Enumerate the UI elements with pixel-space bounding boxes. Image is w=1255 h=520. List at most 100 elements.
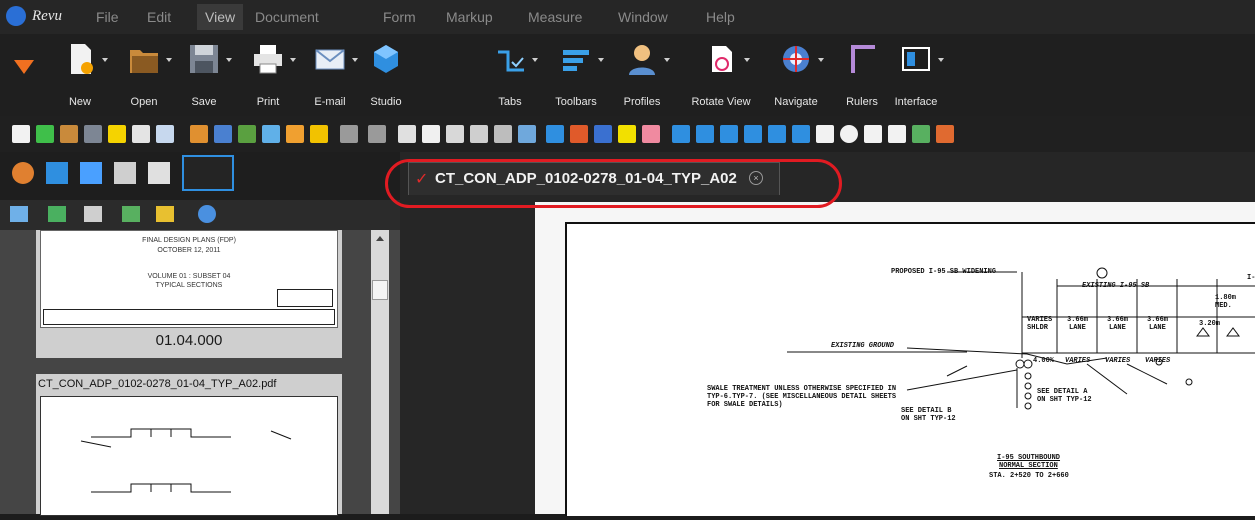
navigate-label: Navigate <box>774 96 818 108</box>
ellipse-small-icon[interactable] <box>840 125 858 143</box>
section-title-2: NORMAL SECTION <box>999 462 1058 470</box>
format-painter-small-icon[interactable] <box>470 125 488 143</box>
panel-tab-bar <box>0 152 400 200</box>
dimension-small-icon[interactable] <box>792 125 810 143</box>
navigate-button[interactable]: Navigate <box>764 40 828 112</box>
menu-form[interactable]: Form <box>383 9 416 25</box>
email-small-icon[interactable] <box>156 125 174 143</box>
folder-small-icon[interactable] <box>60 125 78 143</box>
pen-small-icon[interactable] <box>594 125 612 143</box>
open-button[interactable]: Open <box>112 40 176 112</box>
rotate-view-icon <box>712 46 732 72</box>
pages-tab-icon[interactable] <box>182 155 234 191</box>
thumbnail-card-1[interactable]: FINAL DESIGN PLANS (FDP) OCTOBER 12, 201… <box>36 230 342 358</box>
pdf-page[interactable]: PROPOSED I-95 SB WIDENING EXISTING I-95 … <box>535 202 1255 516</box>
save-button[interactable]: Save <box>172 40 236 112</box>
menu-document[interactable]: Document <box>255 9 319 25</box>
glasses-small-icon[interactable] <box>238 125 256 143</box>
properties-icon[interactable] <box>148 162 170 184</box>
cut-small-icon[interactable] <box>398 125 416 143</box>
paste-small-icon[interactable] <box>446 125 464 143</box>
batch-small-icon[interactable] <box>310 125 328 143</box>
print-pages-icon[interactable] <box>84 206 102 222</box>
thumbnail-page-1[interactable]: FINAL DESIGN PLANS (FDP) OCTOBER 12, 201… <box>40 230 338 328</box>
thumbnail-page-2[interactable] <box>40 396 338 516</box>
image-small-icon[interactable] <box>912 125 930 143</box>
export-pages-icon[interactable] <box>122 206 140 222</box>
note-small-icon[interactable] <box>108 125 126 143</box>
app-menu-arrow-icon[interactable] <box>14 60 34 74</box>
swale-note-line-1: SWALE TREATMENT UNLESS OTHERWISE SPECIFI… <box>707 385 897 393</box>
arc-small-icon[interactable] <box>720 125 738 143</box>
app-logo-text: Revu <box>32 8 62 24</box>
profiles-icon <box>629 45 655 75</box>
rotate-view-button[interactable]: Rotate View <box>684 40 758 112</box>
profiles-button[interactable]: Profiles <box>610 40 674 112</box>
copy-small-icon[interactable] <box>422 125 440 143</box>
redo-small-icon[interactable] <box>368 125 386 143</box>
arrow-small-icon[interactable] <box>696 125 714 143</box>
tool-chest-icon[interactable] <box>12 162 34 184</box>
thumbnails-grid-icon[interactable] <box>80 162 102 184</box>
interface-button[interactable]: Interface <box>884 40 948 112</box>
new-button[interactable]: New <box>48 40 112 112</box>
tabs-button[interactable]: Tabs <box>478 40 542 112</box>
markup-pen-icon[interactable] <box>46 162 68 184</box>
ocr-small-icon[interactable] <box>286 125 304 143</box>
rectangle-small-icon[interactable] <box>816 125 834 143</box>
email-button[interactable]: E-mail <box>298 40 362 112</box>
snapshot-small-icon[interactable] <box>936 125 954 143</box>
print-small-icon[interactable] <box>132 125 150 143</box>
menu-edit[interactable]: Edit <box>147 9 171 25</box>
cloud-small-icon[interactable] <box>888 125 906 143</box>
label-proposed-widening: PROPOSED I-95 SB WIDENING <box>891 268 997 276</box>
thumbnail-card-2[interactable]: CT_CON_ADP_0102-0278_01-04_TYP_A02.pdf <box>36 374 342 516</box>
new-label: New <box>68 96 91 108</box>
scroll-thumb[interactable] <box>372 280 388 300</box>
text-small-icon[interactable] <box>546 125 564 143</box>
spellcheck-small-icon[interactable] <box>262 125 280 143</box>
save-label: Save <box>191 96 217 108</box>
ribbon: New Open Save Print E-mail Studio Tabs T… <box>0 34 1255 116</box>
label-lane-2: LANE <box>1109 324 1126 332</box>
label-width-180: 1.80m <box>1215 294 1237 302</box>
menu-file[interactable]: File <box>96 9 119 25</box>
save-small-icon[interactable] <box>84 125 102 143</box>
line-small-icon[interactable] <box>672 125 690 143</box>
insert-page-icon[interactable] <box>48 206 66 222</box>
callout-small-icon[interactable] <box>768 125 786 143</box>
page-label-icon[interactable] <box>156 206 174 222</box>
tab-small-icon[interactable] <box>36 125 54 143</box>
menu-markup[interactable]: Markup <box>446 9 493 25</box>
eraser-small-icon[interactable] <box>642 125 660 143</box>
delete-small-icon[interactable] <box>494 125 512 143</box>
menu-window[interactable]: Window <box>618 9 668 25</box>
scroll-up-icon[interactable] <box>376 236 384 241</box>
print-icon <box>254 45 282 74</box>
print-button[interactable]: Print <box>236 40 300 112</box>
toolbars-button[interactable]: Toolbars <box>544 40 608 112</box>
cleanup-small-icon[interactable] <box>518 125 536 143</box>
polyline-small-icon[interactable] <box>744 125 762 143</box>
new-small-icon[interactable] <box>12 125 30 143</box>
menu-view[interactable]: View <box>197 4 244 30</box>
highlighter-small-icon[interactable] <box>618 125 636 143</box>
polygon-small-icon[interactable] <box>864 125 882 143</box>
menu-measure[interactable]: Measure <box>528 9 582 25</box>
thumb-titleblock <box>43 309 335 325</box>
edit-small-icon[interactable] <box>214 125 232 143</box>
stamp-small-icon[interactable] <box>190 125 208 143</box>
rotate-view-label: Rotate View <box>691 96 751 108</box>
revu-logo-icon[interactable] <box>6 6 26 26</box>
layers-icon[interactable] <box>114 162 136 184</box>
thumb-line-2: OCTOBER 12, 2011 <box>157 247 221 254</box>
settings-gear-icon[interactable] <box>198 205 216 223</box>
thumbnail-file-header: CT_CON_ADP_0102-0278_01-04_TYP_A02.pdf <box>38 378 277 390</box>
highlight-small-icon[interactable] <box>570 125 588 143</box>
thumbnail-scrollbar[interactable] <box>371 230 389 514</box>
studio-button[interactable]: Studio <box>354 40 418 112</box>
menu-help[interactable]: Help <box>706 9 735 25</box>
detail-a-line-1: SEE DETAIL A <box>1037 388 1088 396</box>
thumbnail-size-icon[interactable] <box>10 206 28 222</box>
undo-small-icon[interactable] <box>340 125 358 143</box>
